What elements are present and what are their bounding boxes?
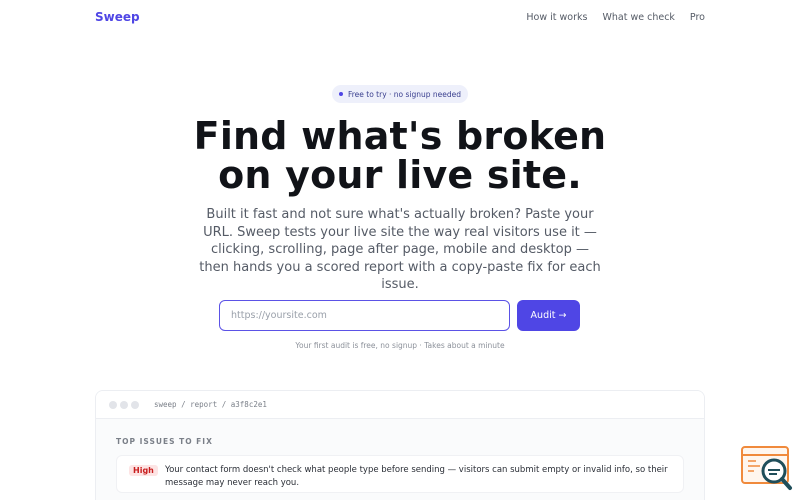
badge-text: Free to try · no signup needed [347, 89, 462, 99]
nav-link-what-we-check[interactable]: What we check [602, 12, 674, 23]
report-window-bar: sweep / report / a3f8c2e1 [96, 391, 704, 419]
issue-text: Your contact form doesn't check what peo… [165, 465, 668, 488]
audit-note: Your first audit is free, no signup · Ta… [295, 341, 505, 350]
badge-dot-icon [338, 92, 343, 96]
url-input[interactable] [219, 300, 510, 331]
issues-section-title: TOP ISSUES TO FIX [116, 437, 213, 446]
nav-link-how-it-works[interactable]: How it works [526, 12, 587, 23]
report-path: sweep / report / a3f8c2e1 [154, 400, 267, 409]
window-dot-icon [109, 400, 117, 409]
issue-item[interactable]: High Your contact form doesn't check wha… [116, 455, 684, 493]
severity-badge: High [129, 465, 158, 476]
window-dot-icon [131, 400, 139, 409]
headline-line-1: Find what's broken [193, 114, 607, 158]
hero-subtitle: Built it fast and not sure what's actual… [199, 207, 601, 292]
browser-magnifier-icon[interactable] [740, 445, 794, 493]
brand-logo[interactable]: Sweep [95, 10, 140, 24]
headline-line-2: on your live site. [218, 153, 582, 197]
window-dot-icon [120, 400, 128, 409]
top-nav: Sweep How it works What we check Pro [0, 0, 800, 36]
nav-links: How it works What we check Pro [526, 12, 705, 23]
report-preview: sweep / report / a3f8c2e1 TOP ISSUES TO … [95, 390, 705, 500]
audit-button[interactable]: Audit → [517, 300, 580, 331]
nav-link-pro[interactable]: Pro [690, 12, 705, 23]
free-badge: Free to try · no signup needed [332, 85, 468, 103]
